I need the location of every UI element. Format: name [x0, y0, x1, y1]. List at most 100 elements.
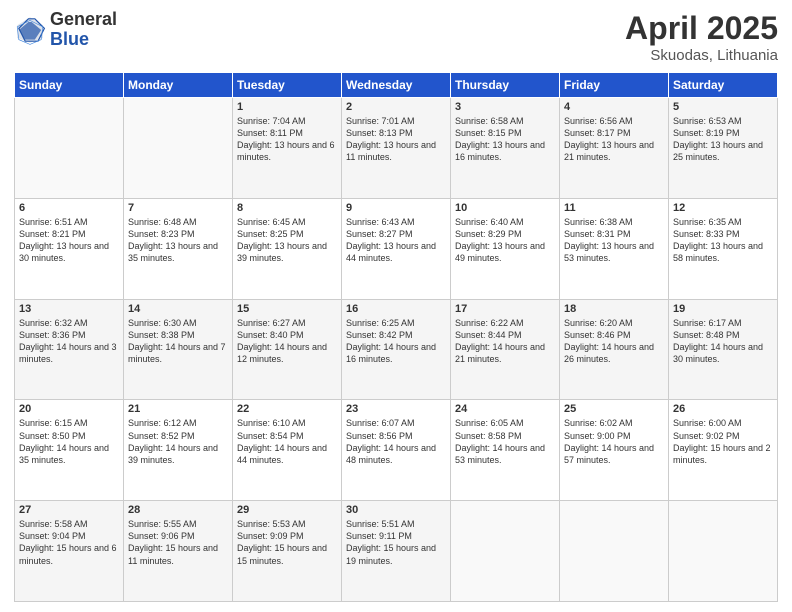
day-info: Sunrise: 5:55 AM Sunset: 9:06 PM Dayligh… [128, 518, 228, 567]
calendar-cell: 12 Sunrise: 6:35 AM Sunset: 8:33 PM Dayli… [669, 198, 778, 299]
day-number: 27 [19, 504, 119, 516]
calendar-week-row: 27 Sunrise: 5:58 AM Sunset: 9:04 PM Dayli… [15, 501, 778, 602]
day-info: Sunrise: 6:45 AM Sunset: 8:25 PM Dayligh… [237, 216, 337, 265]
day-number: 12 [673, 202, 773, 214]
calendar-cell: 9 Sunrise: 6:43 AM Sunset: 8:27 PM Daylig… [342, 198, 451, 299]
day-number: 6 [19, 202, 119, 214]
calendar-cell: 17Sunrise: 6:22 AM Sunset: 8:44 PM Dayli… [451, 299, 560, 400]
day-info: Sunrise: 6:35 AM Sunset: 8:33 PM Dayligh… [673, 216, 773, 265]
day-number: 15 [237, 303, 337, 315]
calendar-week-row: 20Sunrise: 6:15 AM Sunset: 8:50 PM Dayli… [15, 400, 778, 501]
calendar-cell: 11Sunrise: 6:38 AM Sunset: 8:31 PM Dayli… [560, 198, 669, 299]
calendar-cell: 20Sunrise: 6:15 AM Sunset: 8:50 PM Dayli… [15, 400, 124, 501]
day-info: Sunrise: 5:58 AM Sunset: 9:04 PM Dayligh… [19, 518, 119, 567]
calendar-cell [560, 501, 669, 602]
calendar-cell: 18Sunrise: 6:20 AM Sunset: 8:46 PM Dayli… [560, 299, 669, 400]
day-info: Sunrise: 6:51 AM Sunset: 8:21 PM Dayligh… [19, 216, 119, 265]
day-number: 10 [455, 202, 555, 214]
calendar-cell [451, 501, 560, 602]
day-number: 16 [346, 303, 446, 315]
day-number: 29 [237, 504, 337, 516]
day-info: Sunrise: 6:43 AM Sunset: 8:27 PM Dayligh… [346, 216, 446, 265]
logo-icon [14, 14, 46, 46]
day-number: 8 [237, 202, 337, 214]
day-number: 20 [19, 403, 119, 415]
day-number: 21 [128, 403, 228, 415]
calendar-cell: 28Sunrise: 5:55 AM Sunset: 9:06 PM Dayli… [124, 501, 233, 602]
day-number: 4 [564, 101, 664, 113]
calendar-cell: 4 Sunrise: 6:56 AM Sunset: 8:17 PM Daylig… [560, 98, 669, 199]
calendar-cell: 3 Sunrise: 6:58 AM Sunset: 8:15 PM Daylig… [451, 98, 560, 199]
calendar-cell [124, 98, 233, 199]
calendar-cell: 15 Sunrise: 6:27 AM Sunset: 8:40 PM Dayli… [233, 299, 342, 400]
calendar-week-row: 13 Sunrise: 6:32 AM Sunset: 8:36 PM Dayli… [15, 299, 778, 400]
logo: General Blue [14, 10, 117, 50]
calendar-cell: 24 Sunrise: 6:05 AM Sunset: 8:58 PM Dayli… [451, 400, 560, 501]
day-info: Sunrise: 6:40 AM Sunset: 8:29 PM Dayligh… [455, 216, 555, 265]
calendar-cell: 19Sunrise: 6:17 AM Sunset: 8:48 PM Dayli… [669, 299, 778, 400]
day-info: Sunrise: 6:02 AM Sunset: 9:00 PM Dayligh… [564, 417, 664, 466]
day-number: 19 [673, 303, 773, 315]
day-info: Sunrise: 6:25 AM Sunset: 8:42 PM Dayligh… [346, 317, 446, 366]
calendar-week-row: 6 Sunrise: 6:51 AM Sunset: 8:21 PM Daylig… [15, 198, 778, 299]
col-header-friday: Friday [560, 73, 669, 98]
subtitle: Skuodas, Lithuania [625, 47, 778, 64]
calendar-cell: 26 Sunrise: 6:00 AM Sunset: 9:02 PM Dayli… [669, 400, 778, 501]
day-info: Sunrise: 6:20 AM Sunset: 8:46 PM Dayligh… [564, 317, 664, 366]
logo-text: General Blue [50, 10, 117, 50]
day-number: 13 [19, 303, 119, 315]
day-info: Sunrise: 7:04 AM Sunset: 8:11 PM Dayligh… [237, 115, 337, 164]
day-info: Sunrise: 6:07 AM Sunset: 8:56 PM Dayligh… [346, 417, 446, 466]
logo-blue-text: Blue [50, 30, 117, 50]
calendar-cell: 10 Sunrise: 6:40 AM Sunset: 8:29 PM Dayli… [451, 198, 560, 299]
day-number: 25 [564, 403, 664, 415]
logo-general-text: General [50, 10, 117, 30]
main-title: April 2025 [625, 10, 778, 47]
day-info: Sunrise: 6:32 AM Sunset: 8:36 PM Dayligh… [19, 317, 119, 366]
calendar-table: SundayMondayTuesdayWednesdayThursdayFrid… [14, 72, 778, 602]
day-number: 26 [673, 403, 773, 415]
day-number: 5 [673, 101, 773, 113]
col-header-thursday: Thursday [451, 73, 560, 98]
calendar-cell: 8 Sunrise: 6:45 AM Sunset: 8:25 PM Daylig… [233, 198, 342, 299]
calendar-cell: 6 Sunrise: 6:51 AM Sunset: 8:21 PM Daylig… [15, 198, 124, 299]
day-info: Sunrise: 6:56 AM Sunset: 8:17 PM Dayligh… [564, 115, 664, 164]
day-info: Sunrise: 6:58 AM Sunset: 8:15 PM Dayligh… [455, 115, 555, 164]
day-number: 1 [237, 101, 337, 113]
day-info: Sunrise: 6:53 AM Sunset: 8:19 PM Dayligh… [673, 115, 773, 164]
day-number: 14 [128, 303, 228, 315]
calendar-cell: 21 Sunrise: 6:12 AM Sunset: 8:52 PM Dayli… [124, 400, 233, 501]
calendar-cell: 22Sunrise: 6:10 AM Sunset: 8:54 PM Dayli… [233, 400, 342, 501]
day-info: Sunrise: 6:00 AM Sunset: 9:02 PM Dayligh… [673, 417, 773, 466]
calendar-cell [669, 501, 778, 602]
day-info: Sunrise: 6:27 AM Sunset: 8:40 PM Dayligh… [237, 317, 337, 366]
day-number: 23 [346, 403, 446, 415]
calendar-cell: 30Sunrise: 5:51 AM Sunset: 9:11 PM Dayli… [342, 501, 451, 602]
col-header-sunday: Sunday [15, 73, 124, 98]
col-header-monday: Monday [124, 73, 233, 98]
day-number: 22 [237, 403, 337, 415]
calendar-cell: 29Sunrise: 5:53 AM Sunset: 9:09 PM Dayli… [233, 501, 342, 602]
day-number: 11 [564, 202, 664, 214]
day-number: 7 [128, 202, 228, 214]
calendar-week-row: 1 Sunrise: 7:04 AM Sunset: 8:11 PM Daylig… [15, 98, 778, 199]
calendar-header-row: SundayMondayTuesdayWednesdayThursdayFrid… [15, 73, 778, 98]
day-number: 30 [346, 504, 446, 516]
day-info: Sunrise: 6:48 AM Sunset: 8:23 PM Dayligh… [128, 216, 228, 265]
col-header-saturday: Saturday [669, 73, 778, 98]
day-info: Sunrise: 6:05 AM Sunset: 8:58 PM Dayligh… [455, 417, 555, 466]
header: General Blue April 2025 Skuodas, Lithuan… [14, 10, 778, 64]
day-number: 2 [346, 101, 446, 113]
calendar-cell: 13 Sunrise: 6:32 AM Sunset: 8:36 PM Dayli… [15, 299, 124, 400]
day-info: Sunrise: 7:01 AM Sunset: 8:13 PM Dayligh… [346, 115, 446, 164]
day-number: 3 [455, 101, 555, 113]
calendar-cell: 23 Sunrise: 6:07 AM Sunset: 8:56 PM Dayli… [342, 400, 451, 501]
calendar-cell [15, 98, 124, 199]
page: General Blue April 2025 Skuodas, Lithuan… [0, 0, 792, 612]
day-number: 9 [346, 202, 446, 214]
day-info: Sunrise: 6:22 AM Sunset: 8:44 PM Dayligh… [455, 317, 555, 366]
calendar-cell: 7 Sunrise: 6:48 AM Sunset: 8:23 PM Daylig… [124, 198, 233, 299]
day-info: Sunrise: 6:30 AM Sunset: 8:38 PM Dayligh… [128, 317, 228, 366]
day-number: 24 [455, 403, 555, 415]
day-info: Sunrise: 6:12 AM Sunset: 8:52 PM Dayligh… [128, 417, 228, 466]
